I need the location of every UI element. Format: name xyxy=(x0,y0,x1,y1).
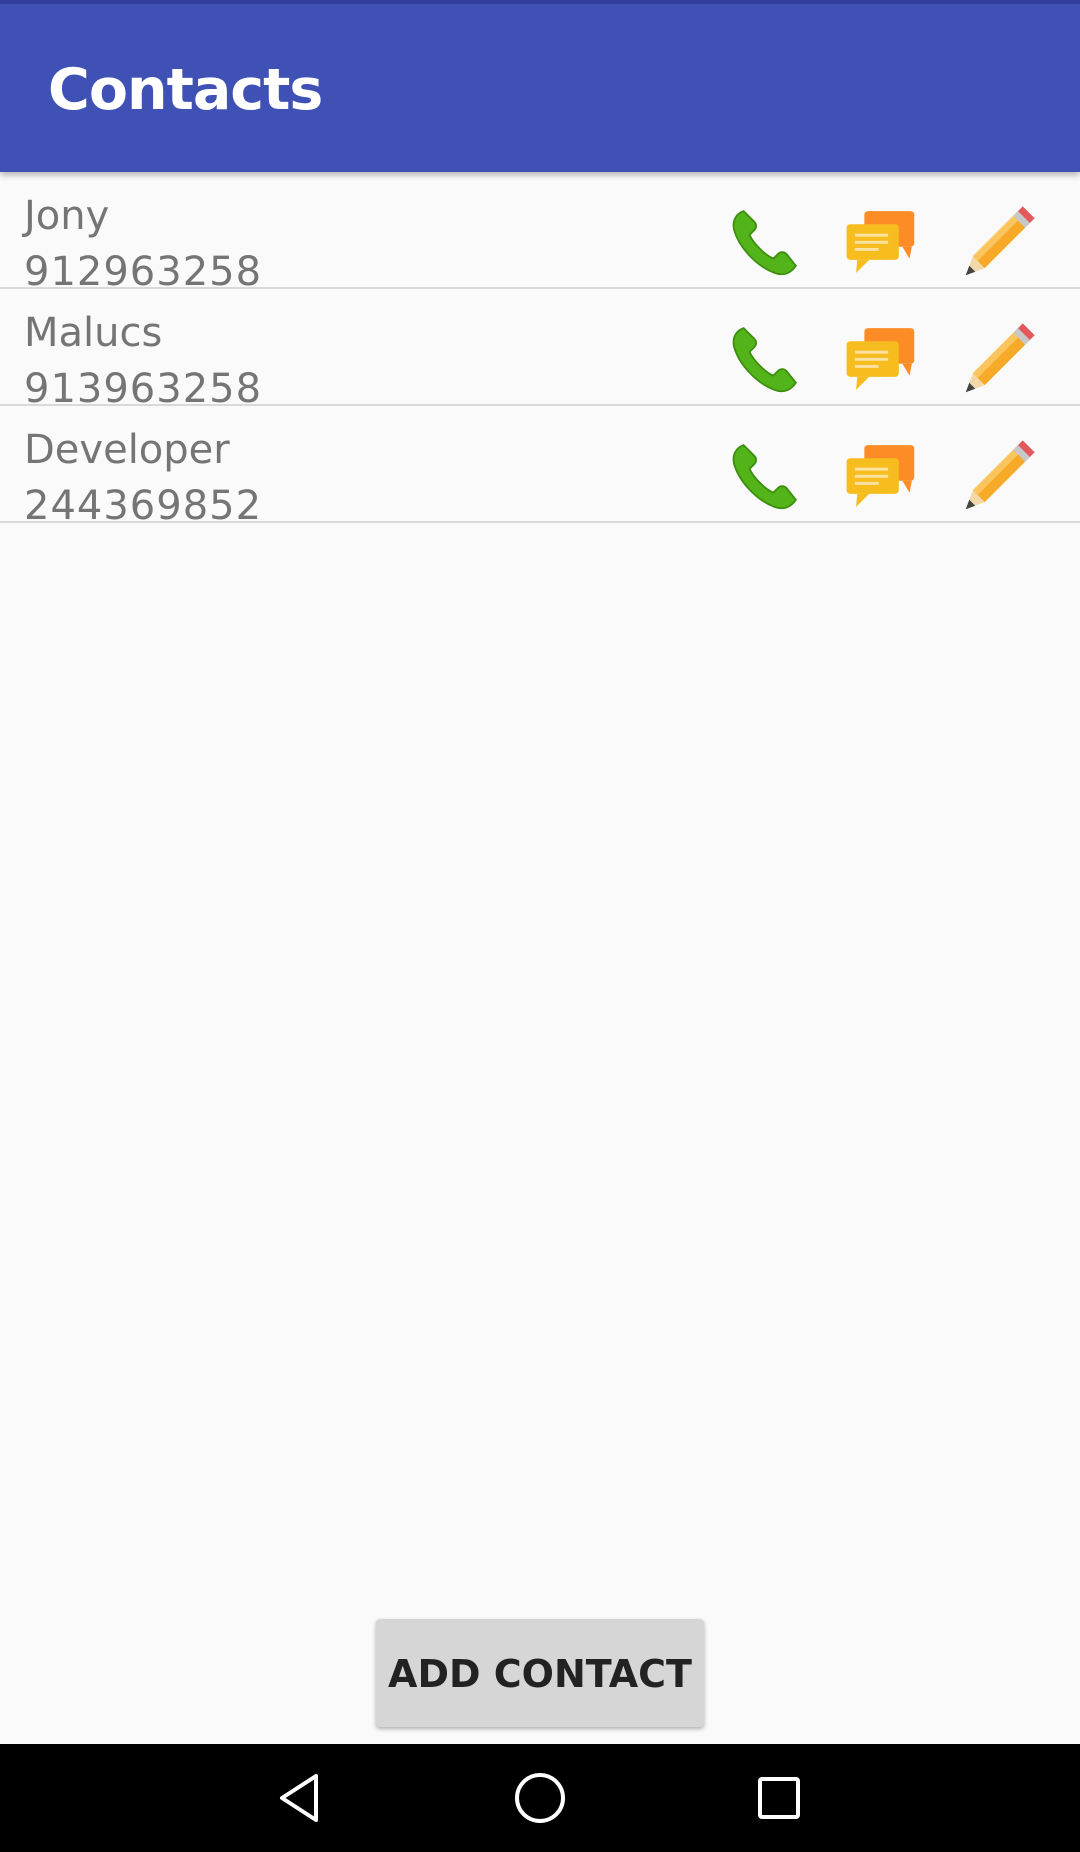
chat-bubbles-icon[interactable] xyxy=(843,204,919,280)
phone-icon[interactable] xyxy=(727,438,803,514)
recents-square-icon[interactable] xyxy=(749,1768,809,1828)
contact-name: Jony xyxy=(24,193,110,239)
navigation-bar xyxy=(0,1744,1080,1852)
pencil-icon[interactable] xyxy=(961,438,1037,514)
pencil-icon[interactable] xyxy=(961,321,1037,397)
contact-row[interactable]: Malucs 913963258 xyxy=(0,289,1080,412)
contact-list: Jony 912963258 Malucs 913963258 Develope… xyxy=(0,172,1080,529)
pencil-icon[interactable] xyxy=(961,204,1037,280)
phone-icon[interactable] xyxy=(727,321,803,397)
chat-bubbles-icon[interactable] xyxy=(843,321,919,397)
add-contact-button[interactable]: ADD CONTACT xyxy=(376,1619,704,1727)
contact-row[interactable]: Developer 244369852 xyxy=(0,406,1080,529)
page-title: Contacts xyxy=(48,57,323,123)
phone-icon[interactable] xyxy=(727,204,803,280)
screen: Contacts Jony 912963258 Malucs 913963258… xyxy=(0,0,1080,1852)
contact-number: 244369852 xyxy=(24,483,263,529)
contact-row[interactable]: Jony 912963258 xyxy=(0,172,1080,295)
status-strip xyxy=(0,0,1080,4)
chat-bubbles-icon[interactable] xyxy=(843,438,919,514)
contact-name: Malucs xyxy=(24,310,163,356)
home-circle-icon[interactable] xyxy=(510,1768,570,1828)
contact-name: Developer xyxy=(24,427,230,473)
back-triangle-icon[interactable] xyxy=(272,1768,332,1828)
app-bar: Contacts xyxy=(0,0,1080,172)
